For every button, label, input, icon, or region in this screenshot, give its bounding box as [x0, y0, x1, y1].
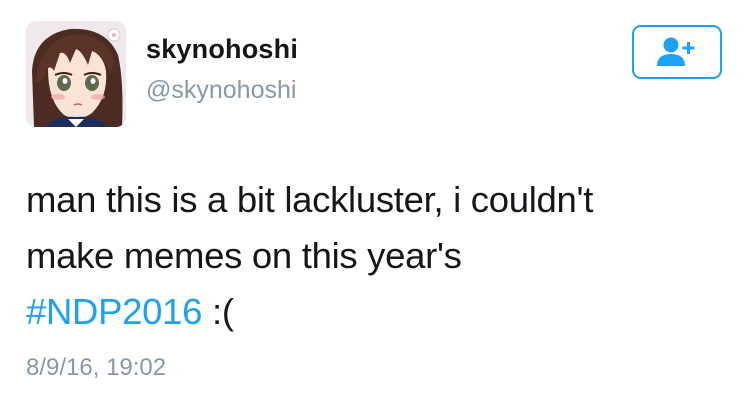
tweet-text-line: #NDP2016 :( [26, 284, 716, 340]
tweet-text-line: man this is a bit lackluster, i couldn't [26, 179, 594, 220]
tweet-card: skynohoshi @skynohoshi man this is a bit… [0, 0, 750, 413]
tweet-text-suffix: :( [202, 291, 234, 332]
hashtag-link[interactable]: #NDP2016 [26, 291, 202, 332]
anime-girl-avatar-icon [26, 21, 126, 127]
timestamp[interactable]: 8/9/16, 19:02 [26, 354, 166, 382]
user-handle[interactable]: @skynohoshi [146, 76, 296, 105]
follow-button[interactable] [632, 25, 722, 79]
add-user-icon [657, 37, 695, 66]
avatar[interactable] [26, 21, 126, 127]
display-name[interactable]: skynohoshi [146, 34, 298, 65]
tweet-text-line: make memes on this year's [26, 235, 462, 276]
tweet-text: man this is a bit lackluster, i couldn't… [26, 172, 716, 340]
